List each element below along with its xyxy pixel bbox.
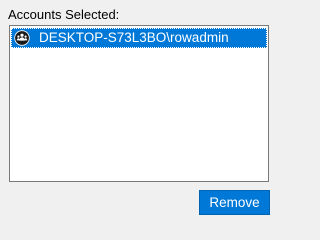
accounts-selected-label: Accounts Selected:: [8, 7, 120, 22]
list-item[interactable]: DESKTOP-S73L3BO\rowadmin: [11, 28, 267, 48]
user-group-icon: [13, 29, 31, 47]
accounts-listbox[interactable]: DESKTOP-S73L3BO\rowadmin: [9, 25, 269, 182]
list-item-label: DESKTOP-S73L3BO\rowadmin: [39, 30, 229, 45]
remove-button[interactable]: Remove: [199, 190, 270, 215]
accounts-selected-panel: Accounts Selected: DESKTOP-S73L3BO\rowad…: [0, 0, 280, 222]
